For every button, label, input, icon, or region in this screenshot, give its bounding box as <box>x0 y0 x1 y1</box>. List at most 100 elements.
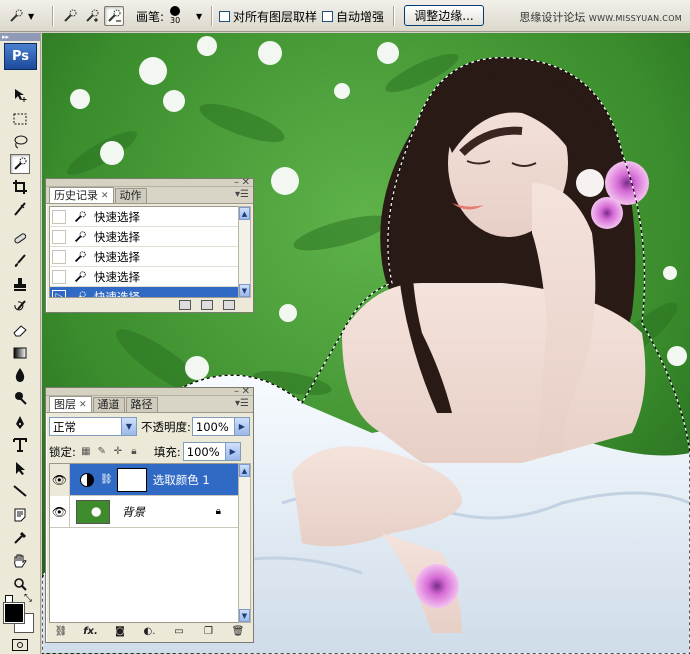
fill-label: 填充: <box>153 444 181 459</box>
history-state-row[interactable]: 快速选择 <box>50 247 238 267</box>
foreground-color-swatch[interactable] <box>3 602 25 624</box>
minimize-icon[interactable]: – <box>234 177 239 188</box>
lasso-icon <box>14 135 28 149</box>
zoom-tool[interactable] <box>10 574 30 594</box>
tab-actions[interactable]: 动作 <box>114 188 147 203</box>
marquee-tool[interactable] <box>10 109 30 129</box>
crop-tool[interactable] <box>10 177 30 197</box>
notes-tool[interactable] <box>10 505 30 525</box>
panel-titlebar[interactable]: – ✕ <box>46 386 253 397</box>
clone-stamp-tool[interactable] <box>10 274 30 294</box>
new-document-from-state-icon[interactable] <box>179 299 191 310</box>
new-layer-icon[interactable]: ❐ <box>200 625 218 639</box>
hand-tool[interactable] <box>10 551 30 571</box>
brush-chevron-icon[interactable]: ▼ <box>196 4 202 28</box>
add-to-selection-mode-button[interactable] <box>82 6 102 26</box>
subtract-from-selection-mode-button[interactable] <box>104 6 124 26</box>
tab-layers[interactable]: 图层 ✕ <box>49 396 92 412</box>
scroll-up-icon[interactable]: ▲ <box>239 464 250 477</box>
minimize-icon[interactable]: – <box>234 386 239 397</box>
swap-colors-icon[interactable]: ⤡ <box>24 593 32 604</box>
refine-edge-button[interactable]: 调整边缘... <box>404 5 484 26</box>
new-snapshot-icon[interactable] <box>201 299 213 310</box>
tab-close-icon[interactable]: ✕ <box>79 398 87 412</box>
layers-scrollbar[interactable]: ▲ ▼ <box>238 463 251 623</box>
quick-selection-tool[interactable] <box>10 154 30 174</box>
new-adjustment-layer-icon[interactable]: ◐. <box>141 625 159 639</box>
close-icon[interactable]: ✕ <box>242 177 250 188</box>
eraser-tool[interactable] <box>10 320 30 340</box>
opacity-input[interactable]: 100% ▶ <box>191 417 250 436</box>
history-brush-source-box[interactable] <box>52 269 66 284</box>
slice-icon <box>14 202 26 216</box>
tab-history[interactable]: 历史记录 ✕ <box>49 187 114 203</box>
history-brush-source-box[interactable] <box>52 249 66 264</box>
hand-icon <box>14 554 27 568</box>
stamp-icon <box>14 278 26 291</box>
layer-name: 背景 <box>122 504 145 519</box>
default-colors-icon[interactable] <box>5 595 13 603</box>
lasso-tool[interactable] <box>10 132 30 152</box>
healing-brush-tool[interactable] <box>10 228 30 248</box>
quick-mask-icon[interactable] <box>12 639 28 651</box>
eyedropper-tool[interactable] <box>10 528 30 548</box>
tab-close-icon[interactable]: ✕ <box>101 189 109 203</box>
layer-row-selective-color[interactable]: 👁︎ ⛓ 选取颜色 1 <box>50 463 239 496</box>
line-icon <box>13 485 27 497</box>
fill-input[interactable]: 100% ▶ <box>182 442 241 461</box>
tab-paths[interactable]: 路径 <box>125 397 158 412</box>
quick-select-subtract-icon <box>108 9 121 22</box>
history-state-row[interactable]: 快速选择 <box>50 207 238 227</box>
layer-style-icon[interactable]: fx. <box>82 625 100 639</box>
slice-tool[interactable] <box>10 199 30 219</box>
eye-icon[interactable]: 👁︎ <box>50 495 70 528</box>
new-group-icon[interactable]: ▭ <box>170 625 188 639</box>
tab-channels[interactable]: 通道 <box>92 397 125 412</box>
blend-mode-select[interactable]: 正常 ▼ <box>49 417 137 436</box>
sample-all-layers-checkbox[interactable]: 对所有图层取样 <box>219 4 317 28</box>
quick-selection-icon <box>6 6 26 26</box>
link-layers-icon[interactable]: ⛓ <box>52 625 70 639</box>
trash-icon[interactable]: 🗑︎ <box>229 625 247 639</box>
scroll-down-icon[interactable]: ▼ <box>239 284 250 297</box>
history-state-row[interactable]: 快速选择 <box>50 267 238 287</box>
opacity-label: 不透明度: <box>141 419 191 434</box>
move-tool[interactable] <box>10 85 30 105</box>
lock-position-icon[interactable]: ✛ <box>112 446 124 458</box>
lock-all-icon[interactable]: 🔒︎ <box>128 446 140 458</box>
history-brush-source-box[interactable] <box>52 229 66 244</box>
panel-titlebar[interactable]: – ✕ <box>46 177 253 188</box>
layer-row-background[interactable]: 👁︎ 背景 🔒︎ <box>50 495 239 528</box>
line-tool[interactable] <box>10 481 30 501</box>
panel-menu-icon[interactable]: ▾☰ <box>235 189 249 200</box>
pen-tool[interactable] <box>10 413 30 433</box>
add-mask-icon[interactable]: ◙ <box>111 625 129 639</box>
layer-list: 👁︎ ⛓ 选取颜色 1 👁︎ 背景 🔒︎ <box>49 463 240 623</box>
panel-menu-icon[interactable]: ▾☰ <box>235 398 249 409</box>
brush-tool[interactable] <box>10 251 30 271</box>
new-selection-mode-button[interactable] <box>60 6 80 26</box>
brush-picker[interactable]: 30 <box>170 2 180 30</box>
history-brush-tool[interactable] <box>10 297 30 317</box>
scroll-up-icon[interactable]: ▲ <box>239 207 250 220</box>
eye-icon[interactable]: 👁︎ <box>50 463 70 496</box>
layer-mask-thumbnail[interactable] <box>116 467 147 492</box>
tool-preset-picker[interactable]: ▼ <box>6 4 34 28</box>
gradient-tool[interactable] <box>10 343 30 363</box>
lock-pixels-icon[interactable]: ✎ <box>96 446 108 458</box>
photoshop-logo[interactable]: Ps <box>4 43 37 70</box>
toolbox-grip[interactable]: ▸▸ <box>0 33 40 41</box>
auto-enhance-checkbox[interactable]: 自动增强 <box>322 4 384 28</box>
type-tool[interactable] <box>10 435 30 455</box>
trash-icon[interactable] <box>223 299 235 310</box>
watermark-url: WWW.MISSYUAN.COM <box>588 14 682 23</box>
history-scrollbar[interactable]: ▲ ▼ <box>238 206 251 298</box>
lock-transparency-icon[interactable]: ▦ <box>80 446 92 458</box>
scroll-down-icon[interactable]: ▼ <box>239 609 250 622</box>
path-selection-tool[interactable] <box>10 458 30 478</box>
history-brush-source-box[interactable] <box>52 209 66 224</box>
history-state-row[interactable]: 快速选择 <box>50 227 238 247</box>
blur-tool[interactable] <box>10 365 30 385</box>
close-icon[interactable]: ✕ <box>242 386 250 397</box>
dodge-tool[interactable] <box>10 388 30 408</box>
